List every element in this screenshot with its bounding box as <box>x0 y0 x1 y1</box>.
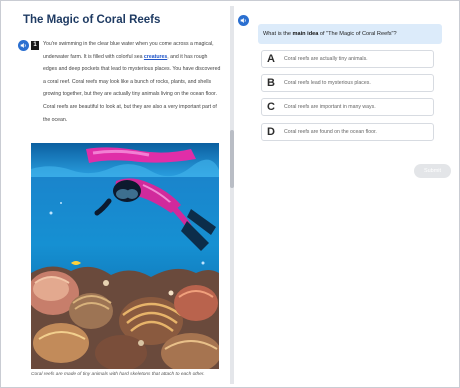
choice-text: Coral reefs are actually tiny animals. <box>284 56 368 62</box>
passage-text-end: , and it has rough edges and deep pocket… <box>43 53 221 123</box>
passage-audio-button[interactable] <box>18 40 29 51</box>
submit-button[interactable]: Submit <box>414 164 451 178</box>
question-prompt: What is the main idea of "The Magic of C… <box>258 24 442 44</box>
question-audio-button[interactable] <box>238 15 249 26</box>
answer-choice-b[interactable]: B Coral reefs lead to mysterious places. <box>261 74 434 92</box>
passage-text: You're swimming in the clear blue water … <box>43 38 221 126</box>
coral-reef-photo <box>31 143 219 369</box>
choice-text: Coral reefs are important in many ways. <box>284 104 376 110</box>
pane-divider[interactable] <box>230 6 234 384</box>
passage-title: The Magic of Coral Reefs <box>23 14 161 26</box>
choice-text: Coral reefs lead to mysterious places. <box>284 80 371 86</box>
vocab-word-link[interactable]: creatures <box>144 54 167 60</box>
choice-text: Coral reefs are found on the ocean floor… <box>284 129 377 135</box>
photo-caption: Coral reefs are made of tiny animals wit… <box>31 372 205 377</box>
question-suffix: of "The Magic of Coral Reefs"? <box>318 31 397 37</box>
choice-letter: B <box>267 77 275 89</box>
question-prefix: What is the <box>263 31 293 37</box>
paragraph-number: 1 <box>31 41 39 50</box>
answer-choice-d[interactable]: D Coral reefs are found on the ocean flo… <box>261 123 434 141</box>
question-emphasis: main idea <box>292 31 319 37</box>
choice-letter: D <box>267 126 275 138</box>
choice-letter: A <box>267 53 275 65</box>
speaker-icon <box>20 43 26 48</box>
answer-choice-a[interactable]: A Coral reefs are actually tiny animals. <box>261 50 434 68</box>
choice-letter: C <box>267 101 275 113</box>
scrollbar-thumb[interactable] <box>230 130 234 188</box>
answer-choice-c[interactable]: C Coral reefs are important in many ways… <box>261 98 434 116</box>
speaker-icon <box>240 18 246 23</box>
